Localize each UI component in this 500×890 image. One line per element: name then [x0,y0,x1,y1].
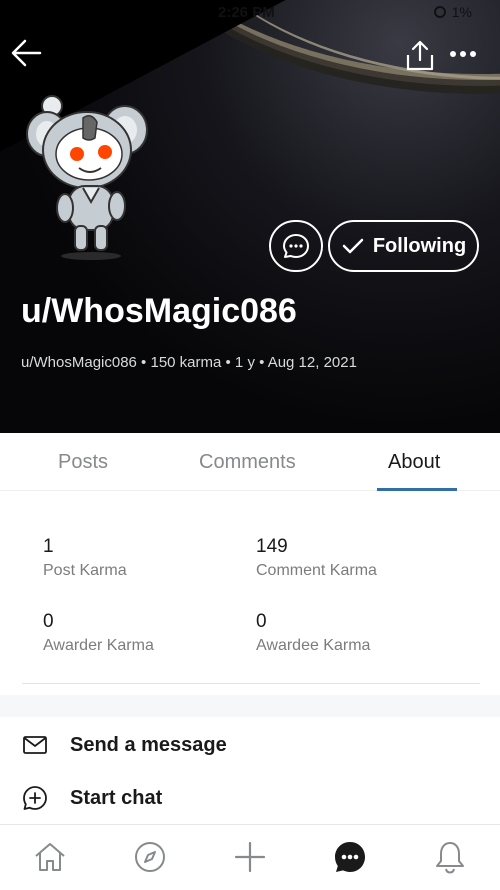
back-arrow-icon [11,39,42,67]
back-button[interactable] [10,36,44,70]
tab-comments[interactable]: Comments [199,451,296,474]
following-label: Following [372,234,467,257]
send-message-row[interactable]: Send a message [0,722,500,768]
more-options-button[interactable] [446,42,480,66]
awarder-karma-stat: 0 Awarder Karma [43,611,154,655]
post-karma-value: 1 [43,536,54,557]
koala-avatar-icon [26,95,148,260]
mail-icon [23,736,47,754]
bell-icon [436,842,464,874]
post-karma-label: Post Karma [43,562,127,579]
status-time: 2:26 PM [218,4,275,21]
chat-button[interactable] [269,220,323,272]
profile-tabs: Posts Comments About [0,433,500,491]
profile-meta: u/WhosMagic086 • 150 karma • 1 y • Aug 1… [21,354,357,371]
orientation-lock-icon [433,6,446,18]
battery-percent: 1% [451,4,472,20]
plus-circle-icon [23,786,47,810]
profile-header: 2:26 PM 1% Following u/WhosMagic086 u/Wh… [0,0,500,433]
status-bar: 2:26 PM 1% [0,4,500,24]
share-button[interactable] [402,38,438,74]
plus-icon [234,841,266,873]
share-icon [406,40,434,71]
start-chat-label: Start chat [70,787,163,809]
awardee-karma-value: 0 [256,611,267,632]
nav-chat[interactable] [332,839,368,875]
awarder-karma-label: Awarder Karma [43,637,154,654]
nav-home[interactable] [32,839,68,875]
tab-about[interactable]: About [388,451,440,474]
status-battery: 1% [433,4,472,20]
stats-divider [22,683,480,684]
nav-create[interactable] [232,839,268,875]
following-button[interactable]: Following [328,220,479,272]
start-chat-row[interactable]: Start chat [0,775,500,821]
post-karma-stat: 1 Post Karma [43,536,127,580]
comment-karma-label: Comment Karma [256,562,377,579]
nav-notifications[interactable] [432,839,468,875]
send-message-label: Send a message [70,734,227,756]
profile-username: u/WhosMagic086 [21,292,297,330]
comment-karma-stat: 149 Comment Karma [256,536,377,580]
nav-discover[interactable] [132,839,168,875]
home-icon [35,843,65,871]
checkmark-icon [342,238,364,254]
user-avatar [25,90,155,262]
active-tab-indicator [377,488,457,491]
compass-icon [135,842,165,872]
awardee-karma-stat: 0 Awardee Karma [256,611,370,655]
chat-icon [335,842,365,872]
more-icon [450,51,476,57]
tab-posts[interactable]: Posts [58,451,108,474]
section-separator [0,695,500,717]
bottom-navigation [0,824,500,890]
awarder-karma-value: 0 [43,611,54,632]
chat-bubble-icon [283,234,309,258]
awardee-karma-label: Awardee Karma [256,637,371,654]
comment-karma-value: 149 [256,536,288,557]
